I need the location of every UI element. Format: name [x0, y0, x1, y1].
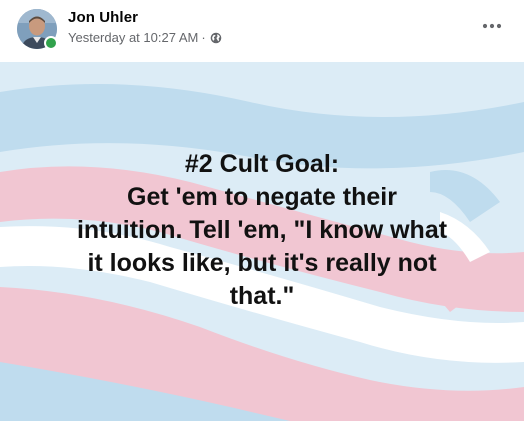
post-header: Jon Uhler Yesterday at 10:27 AM · [0, 0, 524, 62]
caption-line-4: it looks like, but it's really not [87, 249, 437, 277]
post-timestamp[interactable]: Yesterday at 10:27 AM [68, 30, 198, 45]
caption-line-2: Get 'em to negate their [127, 183, 397, 211]
post-card: Jon Uhler Yesterday at 10:27 AM · #2 Cul… [0, 0, 524, 421]
author-name[interactable]: Jon Uhler [68, 9, 138, 26]
caption-line-5: that." [229, 282, 295, 310]
caption-line-1: #2 Cult Goal: [184, 150, 340, 178]
globe-icon[interactable] [210, 32, 222, 44]
image-caption-text: #2 Cult Goal: Get 'em to negate their in… [0, 148, 524, 313]
online-status-dot [44, 36, 58, 50]
meta-separator: · [201, 30, 206, 45]
avatar-link[interactable] [17, 9, 58, 50]
post-meta: Yesterday at 10:27 AM · [68, 30, 222, 45]
more-horizontal-icon [482, 23, 502, 29]
more-options-button[interactable] [478, 14, 506, 38]
caption-line-3: intuition. Tell 'em, "I know what [76, 216, 448, 244]
post-image[interactable]: #2 Cult Goal: Get 'em to negate their in… [0, 62, 524, 421]
